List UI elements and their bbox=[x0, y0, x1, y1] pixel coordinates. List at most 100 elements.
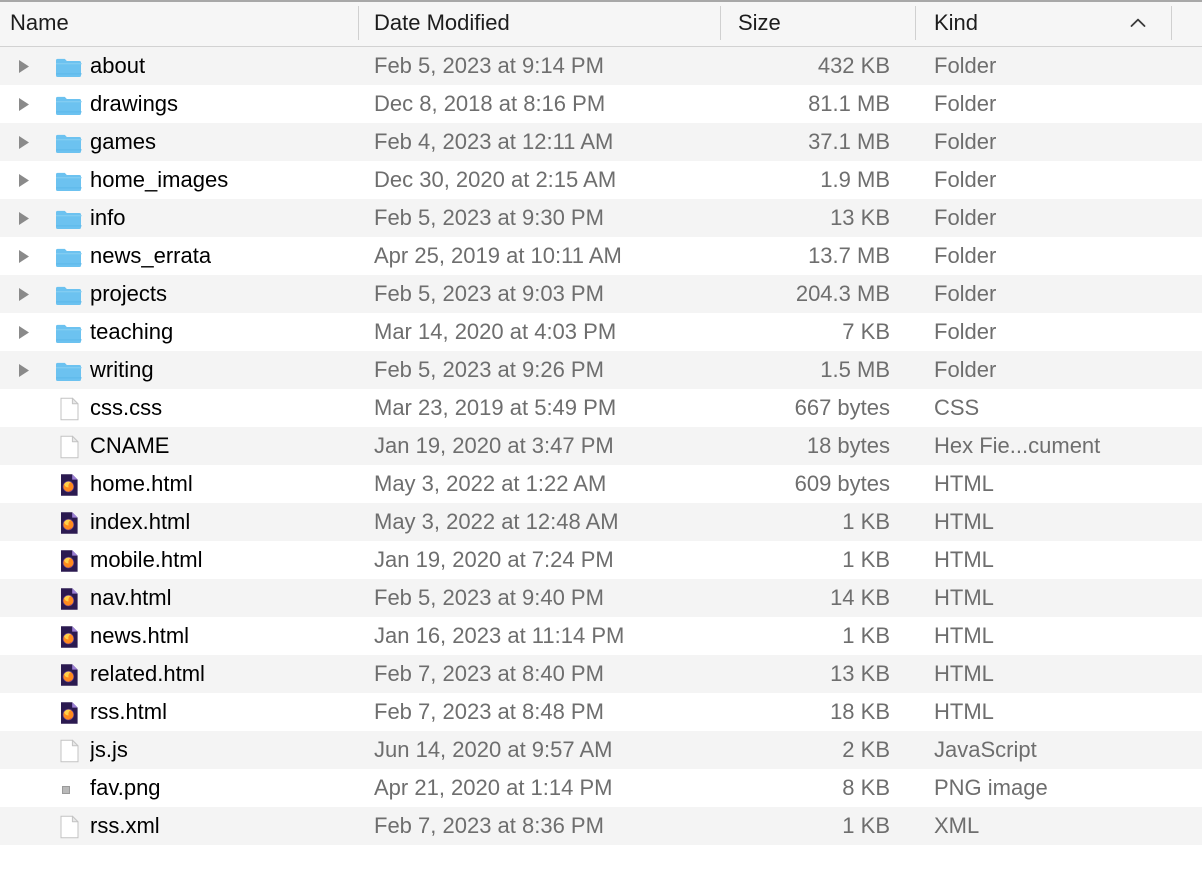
table-row[interactable]: index.html May 3, 2022 at 12:48 AM 1 KB HTM… bbox=[0, 503, 1202, 541]
table-row[interactable]: projects Feb 5, 2023 at 9:03 PM 204.3 MB Fo… bbox=[0, 275, 1202, 313]
file-name: index.html bbox=[90, 509, 191, 534]
column-header-size[interactable]: Size bbox=[738, 0, 781, 46]
file-size: 609 bytes bbox=[794, 471, 890, 496]
file-kind: Folder bbox=[934, 319, 997, 344]
file-size: 14 KB bbox=[830, 585, 890, 610]
disclosure-triangle-icon[interactable] bbox=[17, 173, 31, 188]
column-header-name[interactable]: Name bbox=[10, 0, 69, 46]
file-date-modified: May 3, 2022 at 1:22 AM bbox=[374, 471, 607, 496]
document-icon bbox=[55, 739, 83, 763]
document-icon bbox=[55, 815, 83, 839]
disclosure-triangle-icon[interactable] bbox=[17, 97, 31, 112]
table-row[interactable]: drawings Dec 8, 2018 at 8:16 PM 81.1 MB Fol… bbox=[0, 85, 1202, 123]
file-kind: JavaScript bbox=[934, 737, 1037, 762]
disclosure-triangle-icon[interactable] bbox=[17, 211, 31, 226]
table-row[interactable]: rss.xml Feb 7, 2023 at 8:36 PM 1 KB XML bbox=[0, 807, 1202, 845]
column-divider-2[interactable] bbox=[720, 6, 721, 40]
table-row[interactable]: writing Feb 5, 2023 at 9:26 PM 1.5 MB Folde… bbox=[0, 351, 1202, 389]
column-divider-4[interactable] bbox=[1171, 6, 1172, 40]
file-size: 13 KB bbox=[830, 661, 890, 686]
file-kind: PNG image bbox=[934, 775, 1048, 800]
file-name: rss.html bbox=[90, 699, 167, 724]
file-name: news.html bbox=[90, 623, 190, 648]
table-row[interactable]: nav.html Feb 5, 2023 at 9:40 PM 14 KB HTML bbox=[0, 579, 1202, 617]
file-date-modified: Feb 5, 2023 at 9:26 PM bbox=[374, 357, 604, 382]
file-kind: Hex Fie...cument bbox=[934, 433, 1101, 458]
file-name: projects bbox=[90, 281, 168, 306]
file-date-modified: Feb 4, 2023 at 12:11 AM bbox=[374, 129, 614, 154]
column-divider-1[interactable] bbox=[358, 6, 359, 40]
file-size: 432 KB bbox=[817, 53, 890, 78]
table-row[interactable]: mobile.html Jan 19, 2020 at 7:24 PM 1 KB HT… bbox=[0, 541, 1202, 579]
column-header-kind[interactable]: Kind bbox=[934, 0, 978, 46]
file-date-modified: Feb 5, 2023 at 9:14 PM bbox=[374, 53, 604, 78]
file-date-modified: Dec 30, 2020 at 2:15 AM bbox=[374, 167, 617, 192]
table-row[interactable]: news_errata Apr 25, 2019 at 10:11 AM 13.7 … bbox=[0, 237, 1202, 275]
file-kind: Folder bbox=[934, 53, 997, 78]
table-row[interactable]: js.js Jun 14, 2020 at 9:57 AM 2 KB JavaScri… bbox=[0, 731, 1202, 769]
file-name: nav.html bbox=[90, 585, 172, 610]
file-date-modified: Feb 5, 2023 at 9:30 PM bbox=[374, 205, 604, 230]
file-date-modified: Jan 16, 2023 at 11:14 PM bbox=[374, 623, 625, 648]
document-icon bbox=[55, 397, 83, 421]
file-name: news_errata bbox=[90, 243, 212, 268]
file-name: fav.png bbox=[90, 775, 161, 800]
document-icon bbox=[55, 435, 83, 459]
file-date-modified: Dec 8, 2018 at 8:16 PM bbox=[374, 91, 606, 116]
disclosure-triangle-icon[interactable] bbox=[17, 249, 31, 264]
file-name: rss.xml bbox=[90, 813, 160, 838]
file-date-modified: Mar 23, 2019 at 5:49 PM bbox=[374, 395, 617, 420]
disclosure-triangle-icon[interactable] bbox=[17, 363, 31, 378]
table-row[interactable]: info Feb 5, 2023 at 9:30 PM 13 KB Folder bbox=[0, 199, 1202, 237]
column-divider-3[interactable] bbox=[915, 6, 916, 40]
file-name: home.html bbox=[90, 471, 193, 496]
file-date-modified: May 3, 2022 at 12:48 AM bbox=[374, 509, 619, 534]
file-date-modified: Apr 21, 2020 at 1:14 PM bbox=[374, 775, 613, 800]
disclosure-triangle-icon[interactable] bbox=[17, 325, 31, 340]
table-row[interactable]: fav.png Apr 21, 2020 at 1:14 PM 8 KB PNG im… bbox=[0, 769, 1202, 807]
disclosure-triangle-icon[interactable] bbox=[17, 135, 31, 150]
file-date-modified: Feb 5, 2023 at 9:40 PM bbox=[374, 585, 604, 610]
folder-icon bbox=[55, 55, 83, 79]
table-row[interactable]: games Feb 4, 2023 at 12:11 AM 37.1 MB Folde… bbox=[0, 123, 1202, 161]
chevron-up-icon[interactable] bbox=[1130, 17, 1146, 29]
file-kind: XML bbox=[934, 813, 980, 838]
table-row[interactable]: news.html Jan 16, 2023 at 11:14 PM 1 KB HTM… bbox=[0, 617, 1202, 655]
table-row[interactable]: rss.html Feb 7, 2023 at 8:48 PM 18 KB HTML bbox=[0, 693, 1202, 731]
table-row[interactable]: related.html Feb 7, 2023 at 8:40 PM 13 KB H… bbox=[0, 655, 1202, 693]
file-list: about Feb 5, 2023 at 9:14 PM 432 KB Folder d… bbox=[0, 47, 1202, 845]
folder-icon bbox=[55, 321, 83, 345]
file-size: 1.5 MB bbox=[820, 357, 890, 382]
file-kind: Folder bbox=[934, 243, 997, 268]
file-size: 1 KB bbox=[842, 813, 890, 838]
folder-icon bbox=[55, 359, 83, 383]
file-kind: HTML bbox=[934, 585, 994, 610]
file-kind: HTML bbox=[934, 623, 994, 648]
table-row[interactable]: css.css Mar 23, 2019 at 5:49 PM 667 bytes C… bbox=[0, 389, 1202, 427]
table-row[interactable]: teaching Mar 14, 2020 at 4:03 PM 7 KB Folde… bbox=[0, 313, 1202, 351]
file-date-modified: Mar 14, 2020 at 4:03 PM bbox=[374, 319, 617, 344]
file-date-modified: Jun 14, 2020 at 9:57 AM bbox=[374, 737, 613, 762]
file-date-modified: Feb 5, 2023 at 9:03 PM bbox=[374, 281, 604, 306]
table-row[interactable]: home.html May 3, 2022 at 1:22 AM 609 bytes… bbox=[0, 465, 1202, 503]
file-size: 667 bytes bbox=[794, 395, 890, 420]
table-row[interactable]: CNAME Jan 19, 2020 at 3:47 PM 18 bytes Hex … bbox=[0, 427, 1202, 465]
folder-icon bbox=[55, 245, 83, 269]
disclosure-triangle-icon[interactable] bbox=[17, 59, 31, 74]
file-size: 18 KB bbox=[830, 699, 890, 724]
column-header-row: Name Date Modified Size Kind bbox=[0, 0, 1202, 47]
folder-icon bbox=[55, 93, 83, 117]
file-name: writing bbox=[90, 357, 154, 382]
file-size: 2 KB bbox=[842, 737, 890, 762]
file-size: 13 KB bbox=[830, 205, 890, 230]
disclosure-triangle-icon[interactable] bbox=[17, 287, 31, 302]
column-header-date-modified[interactable]: Date Modified bbox=[374, 0, 510, 46]
file-kind: Folder bbox=[934, 205, 997, 230]
file-date-modified: Feb 7, 2023 at 8:48 PM bbox=[374, 699, 604, 724]
file-size: 8 KB bbox=[842, 775, 890, 800]
file-kind: HTML bbox=[934, 547, 994, 572]
file-size: 37.1 MB bbox=[808, 129, 890, 154]
table-row[interactable]: home_images Dec 30, 2020 at 2:15 AM 1.9 MB… bbox=[0, 161, 1202, 199]
table-row[interactable]: about Feb 5, 2023 at 9:14 PM 432 KB Folder bbox=[0, 47, 1202, 85]
file-name: related.html bbox=[90, 661, 205, 686]
